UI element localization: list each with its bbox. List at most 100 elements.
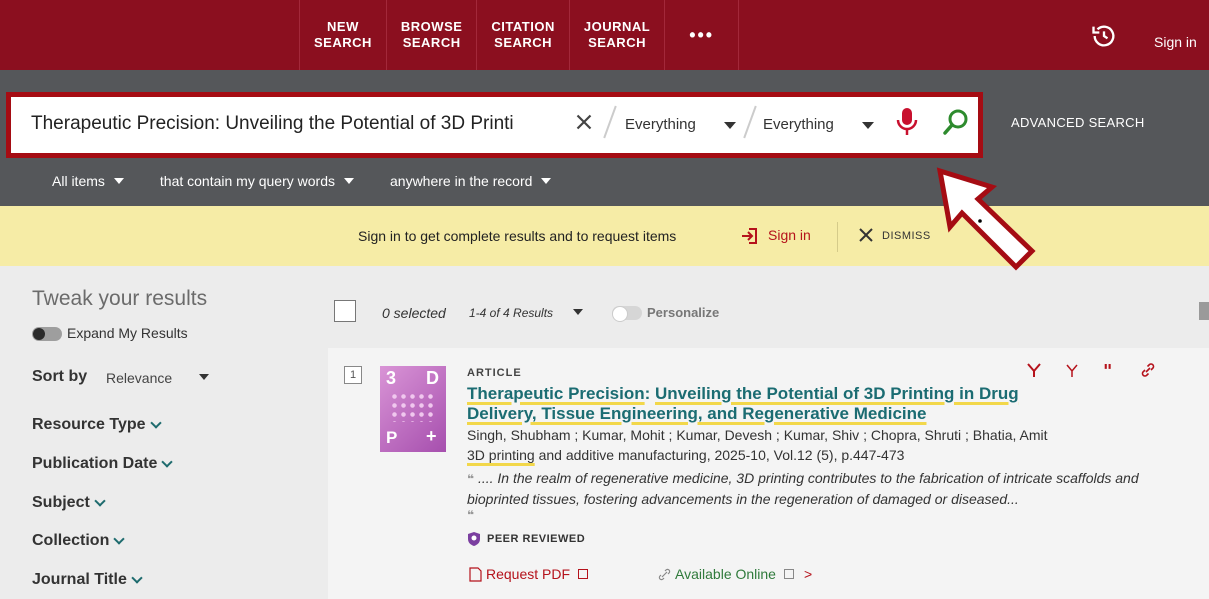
cited-by-icon[interactable] xyxy=(1064,362,1080,378)
thumbnail-pattern xyxy=(390,392,436,422)
search-input[interactable]: Therapeutic Precision: Unveiling the Pot… xyxy=(31,113,514,135)
select-all-checkbox[interactable] xyxy=(334,300,356,322)
result-actions: " xyxy=(1026,362,1156,378)
personalize-label: Personalize xyxy=(647,305,720,320)
top-navigation-bar: NEW SEARCH BROWSE SEARCH CITATION SEARCH… xyxy=(0,0,1209,70)
chevron-down-icon xyxy=(94,495,106,507)
title-part: : xyxy=(644,384,656,403)
result-thumbnail[interactable]: 3 D P + xyxy=(380,366,446,452)
filter-query-words[interactable]: that contain my query words xyxy=(160,173,354,189)
close-icon[interactable] xyxy=(857,226,875,244)
result-title-link[interactable]: Therapeutic Precision: Unveiling the Pot… xyxy=(467,384,1087,424)
sign-in-link[interactable]: Sign in xyxy=(1154,34,1197,50)
advanced-search-link[interactable]: ADVANCED SEARCH xyxy=(1011,115,1145,130)
separator xyxy=(603,105,617,139)
filter-all-items-label: All items xyxy=(52,173,105,189)
result-source: 3D printing and additive manufacturing, … xyxy=(467,447,904,463)
request-pdf-link[interactable]: Request PDF xyxy=(469,566,589,582)
microphone-icon[interactable] xyxy=(896,106,918,138)
facet-label: Journal Title xyxy=(32,571,127,588)
chevron-down-icon xyxy=(344,178,354,184)
quote-open-icon: ❝ xyxy=(467,472,475,486)
nav-browse-search-line2: SEARCH xyxy=(402,35,461,50)
filter-query-words-label: that contain my query words xyxy=(159,173,335,189)
facet-collection[interactable]: Collection xyxy=(32,532,126,550)
selected-count: 0 selected xyxy=(382,305,446,321)
nav-citation-search-line1: CITATION xyxy=(491,19,555,34)
title-part: Unveiling the Potential of 3D Printing i… xyxy=(655,384,1019,403)
banner-message: Sign in to get complete results and to r… xyxy=(358,228,677,244)
separator xyxy=(743,105,757,139)
nav-new-search-line1: NEW xyxy=(327,19,359,34)
personalize-toggle[interactable] xyxy=(612,306,642,322)
chevron-down-icon xyxy=(149,417,162,429)
scope-select-2[interactable]: Everything xyxy=(763,116,834,133)
chevron-down-icon xyxy=(541,178,552,184)
external-link-icon xyxy=(783,569,794,579)
facet-label: Publication Date xyxy=(32,455,158,472)
chevron-down-icon xyxy=(113,533,126,545)
results-count-dropdown[interactable]: 1-4 of 4 Results xyxy=(469,306,553,320)
facet-subject[interactable]: Subject xyxy=(32,494,106,512)
scope-select-1[interactable]: Everything xyxy=(625,116,696,133)
pin-icon[interactable] xyxy=(1199,302,1209,320)
chevron-down-icon[interactable] xyxy=(724,122,736,129)
nav-citation-search[interactable]: CITATION SEARCH xyxy=(477,0,570,70)
peer-reviewed-label: PEER REVIEWED xyxy=(487,533,586,545)
facet-publication-date[interactable]: Publication Date xyxy=(32,455,174,473)
result-links: Request PDF Available Online > xyxy=(469,566,812,582)
citation-trail-icon[interactable] xyxy=(1026,362,1042,378)
facet-journal-title[interactable]: Journal Title xyxy=(32,571,143,589)
chevron-down-icon xyxy=(113,178,124,184)
peer-reviewed-icon xyxy=(468,532,480,546)
facet-label: Subject xyxy=(32,494,90,511)
title-part: Therapeutic Precision xyxy=(467,384,645,403)
thumbnail-text: D xyxy=(426,368,439,388)
history-icon[interactable] xyxy=(1090,22,1118,50)
banner-sign-in-link[interactable]: Sign in xyxy=(768,227,811,243)
result-snippet: ❝ .... In the realm of regenerative medi… xyxy=(467,468,1197,509)
sort-by-select[interactable]: Relevance xyxy=(106,370,172,386)
chevron-down-icon[interactable] xyxy=(862,122,874,129)
nav-journal-search[interactable]: JOURNAL SEARCH xyxy=(570,0,666,70)
facet-resource-type[interactable]: Resource Type xyxy=(32,416,162,434)
link-icon xyxy=(658,568,671,580)
pdf-icon xyxy=(469,566,482,582)
available-online-link[interactable]: Available Online > xyxy=(658,566,812,582)
thumbnail-text: + xyxy=(426,426,437,446)
resource-type-label: ARTICLE xyxy=(467,367,522,379)
available-online-label: Available Online xyxy=(675,566,776,582)
chevron-down-icon[interactable] xyxy=(199,374,209,380)
chevron-down-icon xyxy=(131,572,143,584)
svg-text:": " xyxy=(1103,362,1112,378)
search-icon[interactable] xyxy=(941,107,971,137)
title-part: Delivery, Tissue Engineering, and Regene… xyxy=(467,404,927,423)
chevron-down-icon xyxy=(161,456,174,468)
annotation-arrow-icon xyxy=(936,167,1036,271)
nav-browse-search[interactable]: BROWSE SEARCH xyxy=(387,0,478,70)
filter-all-items[interactable]: All items xyxy=(52,173,124,189)
quote-close-icon: ❝ xyxy=(467,508,475,522)
clear-search-icon[interactable] xyxy=(571,109,597,135)
thumbnail-text: P xyxy=(386,428,398,447)
result-card: 1 3 D P + " ARTICLE Therapeutic Precisio… xyxy=(328,348,1209,599)
filter-record-location[interactable]: anywhere in the record xyxy=(390,173,552,189)
nav-new-search[interactable]: NEW SEARCH xyxy=(300,0,387,70)
quote-icon[interactable]: " xyxy=(1102,362,1118,378)
facet-label: Collection xyxy=(32,532,110,549)
chevron-down-icon[interactable] xyxy=(573,309,583,315)
sign-in-icon[interactable] xyxy=(740,226,760,246)
thumbnail-text: 3 xyxy=(386,368,397,388)
dismiss-button[interactable]: DISMISS xyxy=(882,230,931,242)
external-link-icon xyxy=(578,569,589,579)
nav-citation-search-line2: SEARCH xyxy=(494,35,553,50)
request-pdf-label: Request PDF xyxy=(486,566,571,582)
nav-journal-search-line1: JOURNAL xyxy=(583,19,651,34)
expand-results-toggle[interactable] xyxy=(32,327,62,341)
nav-more-button[interactable]: ••• xyxy=(665,0,740,70)
link-icon[interactable] xyxy=(1140,362,1156,378)
result-authors: Singh, Shubham ; Kumar, Mohit ; Kumar, D… xyxy=(467,427,1048,443)
search-filters: All items that contain my query words an… xyxy=(52,173,552,189)
nav-browse-search-line1: BROWSE xyxy=(400,19,463,34)
snippet-text: .... In the realm of regenerative medici… xyxy=(467,470,1139,507)
